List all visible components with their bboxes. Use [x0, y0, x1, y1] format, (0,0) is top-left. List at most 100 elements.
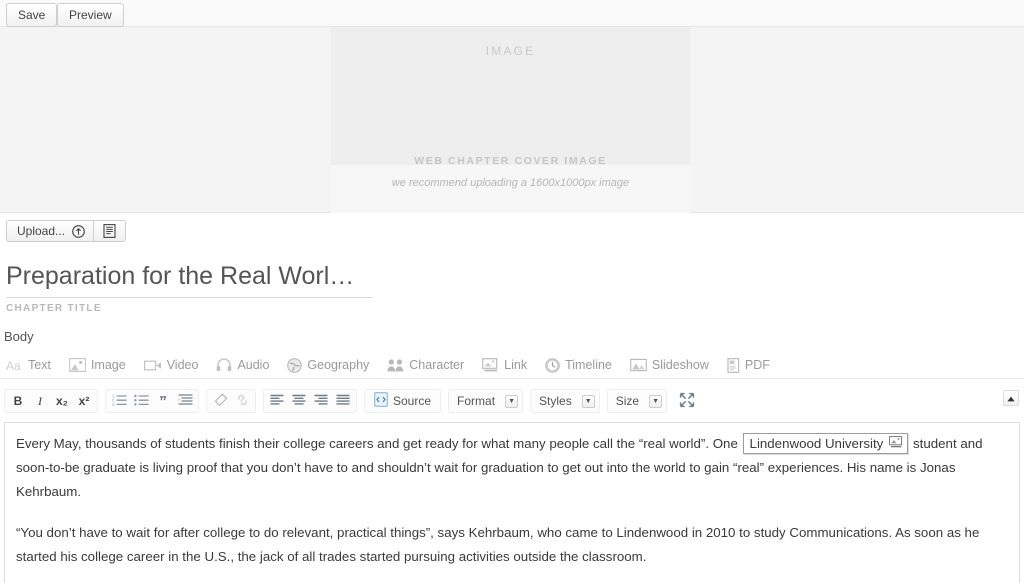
upload-button-label: Upload... — [17, 224, 66, 238]
unlink-icon — [235, 393, 250, 410]
media-library-icon — [103, 224, 116, 238]
image-icon — [68, 358, 86, 372]
media-library-button[interactable] — [93, 220, 127, 242]
align-center-icon — [292, 394, 306, 409]
insert-slideshow-button[interactable]: Slideshow — [629, 358, 718, 372]
insert-text-button[interactable]: Aa Text — [6, 358, 60, 373]
align-right-icon — [314, 394, 328, 409]
insert-slideshow-label: Slideshow — [651, 358, 709, 372]
indent-icon — [178, 393, 193, 409]
insert-geography-label: Geography — [307, 358, 370, 372]
monitor-link-icon — [889, 434, 903, 453]
editor-paragraph: Every May, thousands of students finish … — [16, 432, 1008, 504]
styles-dropdown-label: Styles — [539, 394, 572, 408]
cover-image-band: IMAGE WEB CHAPTER COVER IMAGE we recomme… — [0, 27, 1024, 213]
chevron-down-icon: ▼ — [649, 394, 663, 408]
maximize-icon — [679, 392, 695, 411]
insert-audio-button[interactable]: Audio — [216, 358, 278, 372]
list-group: 123 ” — [105, 389, 199, 413]
globe-icon — [287, 357, 303, 373]
monitor-link-icon — [482, 358, 499, 372]
align-right-button[interactable] — [310, 391, 332, 411]
svg-text:3: 3 — [112, 402, 115, 406]
paragraph-text: Every May, thousands of students finish … — [16, 436, 742, 451]
cover-image-subcaption: we recommend uploading a 1600x1000px ima… — [391, 177, 630, 189]
chapter-title-input[interactable]: Preparation for the Real Worl… — [6, 262, 372, 298]
chapter-title-label: CHAPTER TITLE — [6, 303, 102, 314]
align-left-button[interactable] — [266, 391, 288, 411]
source-code-icon — [374, 392, 388, 410]
body-rich-text-editor[interactable]: Every May, thousands of students finish … — [4, 422, 1020, 583]
remove-format-button[interactable] — [209, 391, 231, 411]
bold-button[interactable]: B — [7, 391, 29, 411]
top-action-bar: Save Preview — [0, 0, 1024, 27]
insert-text-label: Text — [28, 358, 51, 372]
maximize-button[interactable] — [674, 389, 700, 413]
alignment-group — [263, 389, 357, 413]
save-button[interactable]: Save — [6, 3, 58, 27]
insert-character-button[interactable]: Character — [387, 358, 473, 372]
insert-geography-button[interactable]: Geography — [287, 357, 378, 373]
preview-button[interactable]: Preview — [57, 3, 124, 27]
editor-paragraph: “You don’t have to wait for after colleg… — [16, 521, 1008, 569]
video-camera-icon — [143, 359, 162, 372]
insert-link-button[interactable]: Link — [482, 358, 536, 372]
chevron-down-icon: ▼ — [505, 394, 519, 408]
upload-arrow-icon — [72, 224, 85, 238]
numbered-list-button[interactable]: 123 — [108, 391, 130, 411]
people-icon — [387, 358, 404, 372]
insert-video-label: Video — [166, 358, 199, 372]
chapter-title-section: Preparation for the Real Worl… CHAPTER T… — [6, 262, 372, 314]
insert-pdf-label: PDF — [744, 358, 770, 372]
format-toolbar: B I x₂ x² 123 ” Source Format ▼ Styles ▼… — [0, 386, 1024, 416]
insert-image-label: Image — [90, 358, 126, 372]
source-button[interactable]: Source — [367, 391, 438, 411]
inline-link-widget-label: Lindenwood University — [749, 436, 884, 451]
chevron-down-icon: ▼ — [581, 394, 595, 408]
insert-video-button[interactable]: Video — [143, 358, 208, 372]
upload-button-group: Upload... — [6, 220, 127, 242]
align-center-button[interactable] — [288, 391, 310, 411]
headphones-icon — [216, 358, 232, 372]
insert-timeline-label: Timeline — [565, 358, 612, 372]
upload-button[interactable]: Upload... — [6, 220, 94, 242]
clean-group — [206, 389, 256, 413]
align-justify-icon — [336, 394, 350, 409]
collapse-up-icon — [1006, 391, 1016, 406]
cover-image-caption: WEB CHAPTER COVER IMAGE — [414, 155, 607, 167]
cover-image-placeholder[interactable]: IMAGE — [331, 27, 690, 165]
cover-image-dropzone[interactable]: IMAGE WEB CHAPTER COVER IMAGE we recomme… — [331, 27, 690, 213]
cover-image-placeholder-label: IMAGE — [485, 44, 536, 58]
inline-link-widget[interactable]: Lindenwood University — [742, 433, 909, 454]
indent-button[interactable] — [174, 391, 196, 411]
bullet-list-icon — [133, 393, 149, 409]
insert-link-label: Link — [504, 358, 528, 372]
format-dropdown[interactable]: Format ▼ — [448, 389, 524, 413]
italic-button[interactable]: I — [29, 391, 51, 411]
subscript-button[interactable]: x₂ — [51, 391, 73, 411]
text-style-group: B I x₂ x² — [4, 389, 98, 413]
insert-image-button[interactable]: Image — [68, 358, 135, 372]
paragraph-text: “You don’t have to wait for after colleg… — [16, 525, 980, 564]
blockquote-button[interactable]: ” — [152, 391, 174, 411]
insert-character-label: Character — [409, 358, 465, 372]
slideshow-icon — [629, 358, 647, 372]
format-dropdown-label: Format — [457, 394, 496, 408]
numbered-list-icon: 123 — [112, 393, 127, 409]
upload-row: Upload... — [0, 214, 1024, 254]
unlink-button[interactable] — [231, 391, 253, 411]
insert-timeline-button[interactable]: Timeline — [545, 357, 621, 373]
align-justify-button[interactable] — [332, 391, 354, 411]
bullet-list-button[interactable] — [130, 391, 152, 411]
superscript-button[interactable]: x² — [73, 391, 95, 411]
toolbar-collapse-button[interactable] — [1003, 390, 1019, 406]
eraser-icon — [213, 392, 228, 410]
size-dropdown-label: Size — [615, 394, 640, 408]
insert-pdf-button[interactable]: PDF — [727, 357, 779, 373]
source-button-label: Source — [393, 394, 432, 408]
insert-audio-label: Audio — [237, 358, 270, 372]
clock-icon — [545, 357, 560, 373]
body-section-label: Body — [4, 329, 34, 344]
size-dropdown[interactable]: Size ▼ — [606, 389, 668, 413]
styles-dropdown[interactable]: Styles ▼ — [530, 389, 600, 413]
